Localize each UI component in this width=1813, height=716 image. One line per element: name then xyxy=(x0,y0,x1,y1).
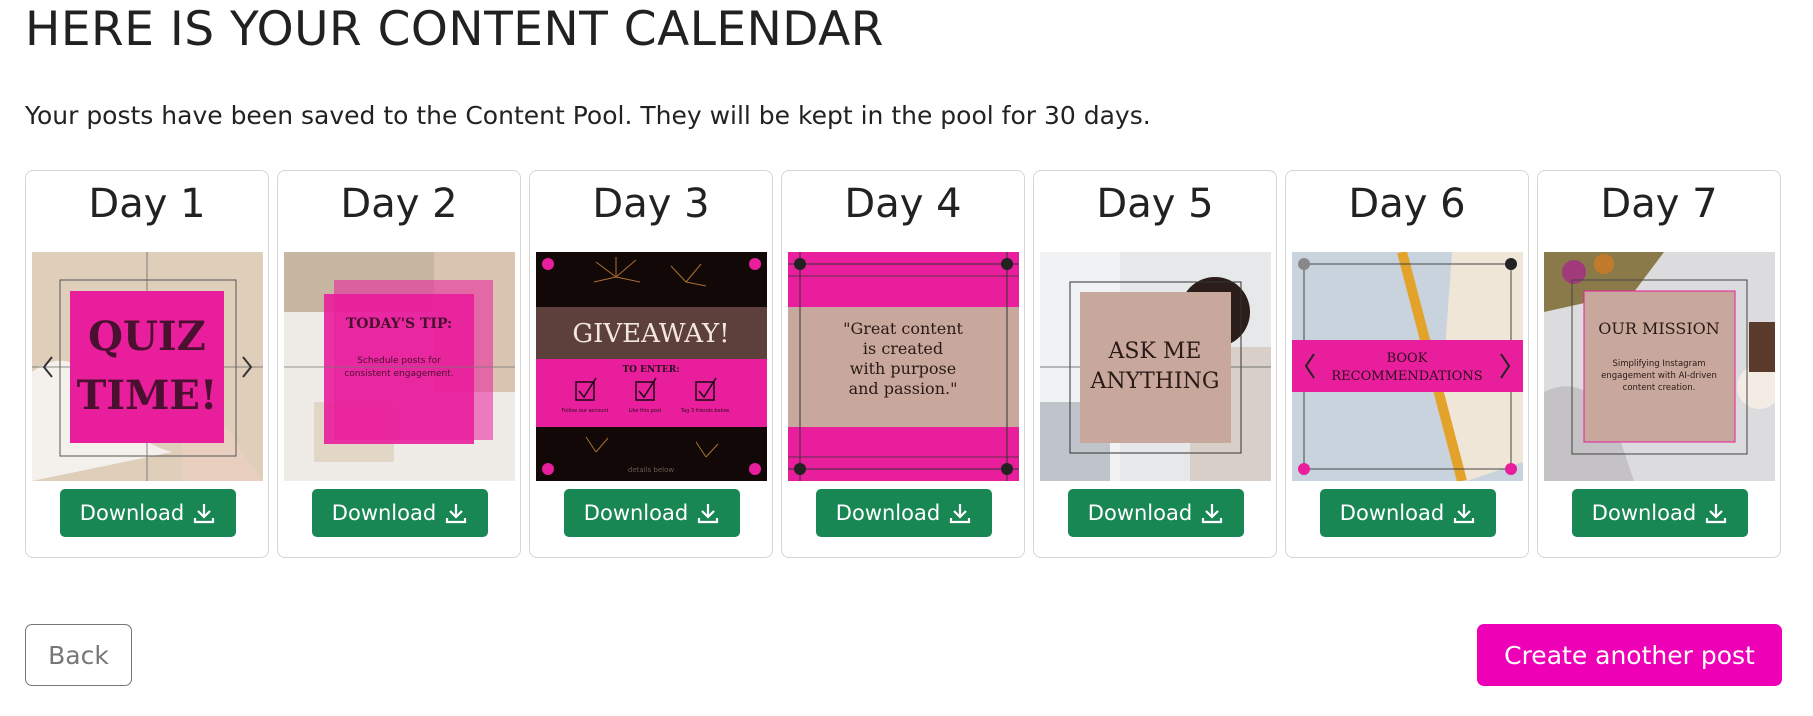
create-another-post-button[interactable]: Create another post xyxy=(1477,624,1782,686)
post-text: content creation. xyxy=(1623,383,1696,393)
download-label: Download xyxy=(835,501,941,525)
day-label: Day 5 xyxy=(1096,181,1214,227)
day-card-7: Day 7 OUR MISSION Simplifying Instagram … xyxy=(1537,170,1781,558)
post-text: OUR MISSION xyxy=(1598,319,1720,338)
post-text: TIME! xyxy=(77,372,218,419)
page-subtitle: Your posts have been saved to the Conten… xyxy=(25,101,1151,130)
content-calendar-page: HERE IS YOUR CONTENT CALENDAR Your posts… xyxy=(0,0,1813,716)
download-button[interactable]: Download xyxy=(1320,489,1496,537)
download-button[interactable]: Download xyxy=(564,489,740,537)
post-text: and passion." xyxy=(849,379,958,398)
post-text: TO ENTER: xyxy=(622,365,679,375)
download-label: Download xyxy=(331,501,437,525)
day-card-1: Day 1 QUIZ TIME! Download xyxy=(25,170,269,558)
download-icon xyxy=(698,504,719,524)
post-text: Simplifying Instagram xyxy=(1612,359,1705,369)
post-preview-day-3[interactable]: GIVEAWAY! TO ENTER: Follow our account L… xyxy=(536,252,767,481)
post-preview-day-5[interactable]: ASK ME ANYTHING xyxy=(1040,252,1271,481)
download-icon xyxy=(446,504,467,524)
download-label: Download xyxy=(1087,501,1193,525)
calendar-cards: Day 1 QUIZ TIME! Download Day 2 TODAY'S … xyxy=(25,170,1781,558)
post-preview-day-7[interactable]: OUR MISSION Simplifying Instagram engage… xyxy=(1544,252,1775,481)
download-icon xyxy=(1202,504,1223,524)
day-card-6: Day 6 BOOK RECOMMENDATIONS Download xyxy=(1285,170,1529,558)
day-card-3: Day 3 GIVEAWAY! TO ENTER: Follow our acc… xyxy=(529,170,773,558)
post-text: ASK ME xyxy=(1108,339,1202,364)
download-button[interactable]: Download xyxy=(1572,489,1748,537)
post-text: Schedule posts for xyxy=(357,356,441,366)
post-text: Like this post xyxy=(628,408,661,414)
back-button[interactable]: Back xyxy=(25,624,132,686)
page-title: HERE IS YOUR CONTENT CALENDAR xyxy=(25,2,884,57)
download-icon xyxy=(950,504,971,524)
post-text: "Great content xyxy=(843,319,963,338)
download-label: Download xyxy=(583,501,689,525)
download-label: Download xyxy=(79,501,185,525)
download-button[interactable]: Download xyxy=(60,489,236,537)
post-preview-day-4[interactable]: "Great content is created with purpose a… xyxy=(788,252,1019,481)
post-text: ANYTHING xyxy=(1089,369,1219,394)
day-card-2: Day 2 TODAY'S TIP: Schedule posts for co… xyxy=(277,170,521,558)
day-label: Day 6 xyxy=(1348,181,1466,227)
post-text: BOOK xyxy=(1387,351,1428,366)
download-button[interactable]: Download xyxy=(816,489,992,537)
post-text: engagement with AI-driven xyxy=(1601,371,1717,381)
day-label: Day 1 xyxy=(88,181,206,227)
post-text: details below xyxy=(628,466,675,474)
post-text: RECOMMENDATIONS xyxy=(1331,369,1482,384)
download-icon xyxy=(1706,504,1727,524)
day-label: Day 7 xyxy=(1600,181,1718,227)
post-text: consistent engagement. xyxy=(344,369,453,379)
post-text: with purpose xyxy=(850,359,956,378)
post-text: Follow our account xyxy=(561,408,608,414)
post-text: QUIZ xyxy=(88,313,206,360)
post-text: is created xyxy=(863,339,943,358)
post-text: GIVEAWAY! xyxy=(572,319,729,349)
download-label: Download xyxy=(1591,501,1697,525)
post-preview-day-2[interactable]: TODAY'S TIP: Schedule posts for consiste… xyxy=(284,252,515,481)
download-button[interactable]: Download xyxy=(1068,489,1244,537)
day-label: Day 3 xyxy=(592,181,710,227)
download-icon xyxy=(194,504,215,524)
day-card-5: Day 5 ASK ME ANYTHING Download xyxy=(1033,170,1277,558)
post-preview-day-6[interactable]: BOOK RECOMMENDATIONS xyxy=(1292,252,1523,481)
download-label: Download xyxy=(1339,501,1445,525)
post-text: Tag 3 friends below xyxy=(680,408,729,414)
day-label: Day 4 xyxy=(844,181,962,227)
day-label: Day 2 xyxy=(340,181,458,227)
post-preview-day-1[interactable]: QUIZ TIME! xyxy=(32,252,263,481)
post-text: TODAY'S TIP: xyxy=(346,316,452,332)
download-icon xyxy=(1454,504,1475,524)
download-button[interactable]: Download xyxy=(312,489,488,537)
day-card-4: Day 4 "Great content is created with pur… xyxy=(781,170,1025,558)
